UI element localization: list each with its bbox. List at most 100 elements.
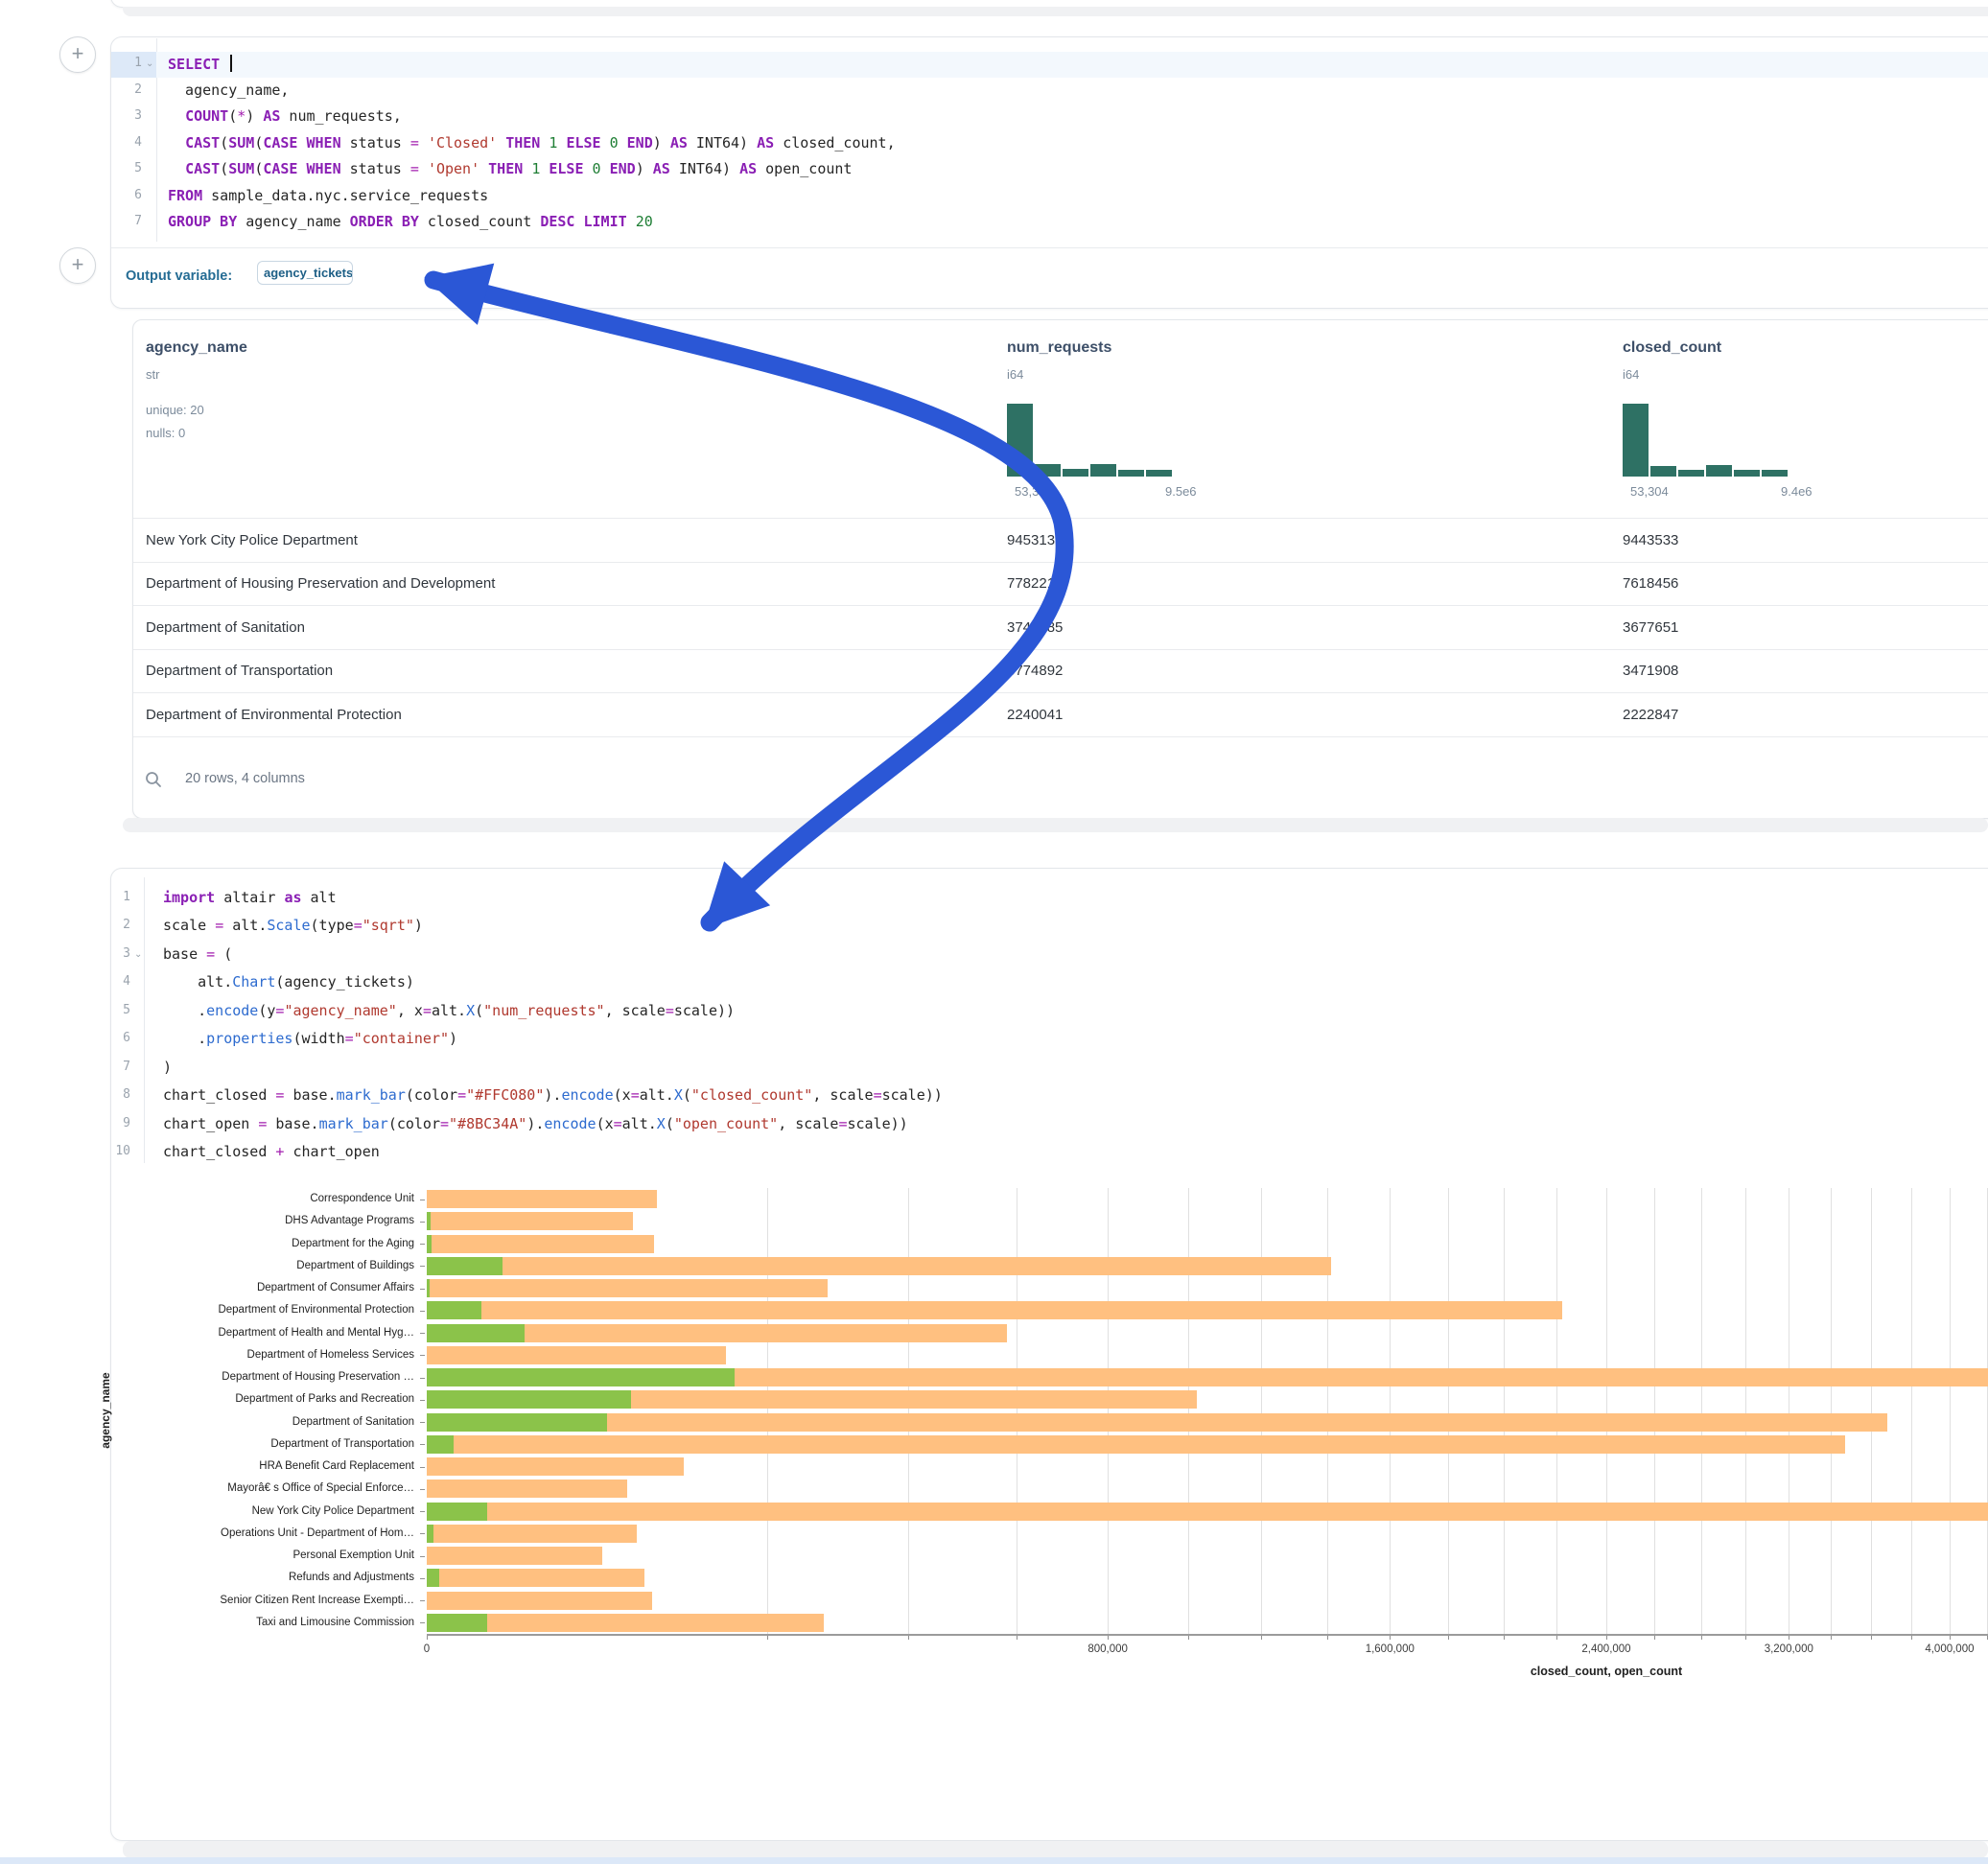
code-line[interactable]: CAST(SUM(CASE WHEN status = 'Open' THEN … <box>168 160 852 177</box>
row-divider <box>133 736 1988 737</box>
line-number: 7 <box>98 1060 130 1074</box>
table-cell[interactable]: 3774892 <box>1007 663 1063 679</box>
table-cell[interactable]: 7782211 <box>1007 575 1062 592</box>
bar-open-count[interactable] <box>427 1390 631 1409</box>
bar-open-count[interactable] <box>427 1235 432 1253</box>
output-variable-pill[interactable]: agency_tickets <box>257 261 353 285</box>
bar-closed-count[interactable] <box>427 1569 644 1587</box>
histogram-max-label: 9.5e6 <box>1165 484 1197 499</box>
cell-gap-band-top <box>123 7 1988 16</box>
python-gutter-divider <box>144 877 145 1163</box>
code-line[interactable]: .encode(y="agency_name", x=alt.X("num_re… <box>163 1002 735 1019</box>
fold-chevron-icon[interactable]: ⌄ <box>134 949 142 960</box>
fold-chevron-icon[interactable]: ⌄ <box>146 58 153 69</box>
line-number: 7 <box>109 214 142 228</box>
gridline <box>1390 1188 1391 1634</box>
bar-closed-count[interactable] <box>427 1547 602 1565</box>
bar-closed-count[interactable] <box>427 1235 654 1253</box>
line-number: 2 <box>109 82 142 97</box>
column-header-num_requests[interactable]: num_requests <box>1007 339 1111 357</box>
x-tick-label: 0 <box>424 1643 430 1655</box>
code-line[interactable]: CAST(SUM(CASE WHEN status = 'Closed' THE… <box>168 134 896 151</box>
code-line[interactable]: import altair as alt <box>163 889 337 906</box>
line-number: 1 <box>98 890 130 904</box>
bar-closed-count[interactable] <box>427 1301 1562 1319</box>
bar-closed-count[interactable] <box>427 1457 684 1476</box>
bar-open-count[interactable] <box>427 1301 481 1319</box>
code-line[interactable]: FROM sample_data.nyc.service_requests <box>168 187 488 204</box>
bar-closed-count[interactable] <box>427 1257 1331 1275</box>
bar-closed-count[interactable] <box>427 1435 1845 1454</box>
histogram-max-label: 9.4e6 <box>1781 484 1813 499</box>
bar-closed-count[interactable] <box>427 1346 726 1364</box>
code-line[interactable]: .properties(width="container") <box>163 1030 457 1047</box>
bar-closed-count[interactable] <box>427 1525 637 1543</box>
bar-closed-count[interactable] <box>427 1480 627 1498</box>
bar-closed-count[interactable] <box>427 1212 633 1230</box>
table-cell[interactable]: Department of Sanitation <box>146 619 305 636</box>
line-number: 8 <box>98 1087 130 1102</box>
code-line[interactable]: chart_open = base.mark_bar(color="#8BC34… <box>163 1115 908 1132</box>
code-line[interactable]: chart_closed + chart_open <box>163 1143 380 1160</box>
bar-open-count[interactable] <box>427 1525 433 1543</box>
add-cell-button-top[interactable]: + <box>59 36 96 73</box>
code-line[interactable]: agency_name, <box>168 82 289 99</box>
bar-open-count[interactable] <box>427 1503 487 1521</box>
bar-open-count[interactable] <box>427 1614 487 1632</box>
notebook-page: + + Output variable: agency_tickets 20 r… <box>0 0 1988 1864</box>
gridline <box>1261 1188 1262 1634</box>
code-line[interactable]: GROUP BY agency_name ORDER BY closed_cou… <box>168 213 653 230</box>
table-cell[interactable]: 2222847 <box>1623 707 1678 723</box>
bar-open-count[interactable] <box>427 1413 607 1432</box>
column-type: str <box>146 367 159 382</box>
table-cell[interactable]: 3677651 <box>1623 619 1678 636</box>
bar-open-count[interactable] <box>427 1324 525 1342</box>
y-tick <box>420 1533 425 1534</box>
y-category-label: Department of Health and Mental Hyg… <box>96 1322 414 1344</box>
search-icon[interactable] <box>144 770 163 789</box>
code-line[interactable]: chart_closed = base.mark_bar(color="#FFC… <box>163 1086 943 1104</box>
table-cell[interactable]: 7618456 <box>1623 575 1678 592</box>
column-header-agency_name[interactable]: agency_name <box>146 339 247 357</box>
bar-open-count[interactable] <box>427 1368 735 1386</box>
bar-closed-count[interactable] <box>427 1279 828 1297</box>
bar-closed-count[interactable] <box>427 1503 1988 1521</box>
table-cell[interactable]: 3471908 <box>1623 663 1678 679</box>
gridline <box>1950 1188 1951 1634</box>
gridline <box>1327 1188 1328 1634</box>
bar-open-count[interactable] <box>427 1257 503 1275</box>
line-number: 3 <box>109 108 142 123</box>
table-cell[interactable]: 9443533 <box>1623 532 1678 548</box>
column-header-closed_count[interactable]: closed_count <box>1623 339 1721 357</box>
code-line[interactable]: base = ( <box>163 945 232 963</box>
line-number: 6 <box>98 1031 130 1045</box>
column-type: i64 <box>1007 367 1023 382</box>
code-line[interactable]: alt.Chart(agency_tickets) <box>163 973 414 990</box>
table-cell[interactable]: 9453131 <box>1007 532 1063 548</box>
bar-open-count[interactable] <box>427 1212 431 1230</box>
gridline <box>1188 1188 1189 1634</box>
code-line[interactable]: SELECT <box>168 55 232 73</box>
table-cell[interactable]: Department of Transportation <box>146 663 333 679</box>
bar-open-count[interactable] <box>427 1569 439 1587</box>
table-cell[interactable]: Department of Housing Preservation and D… <box>146 575 495 592</box>
code-line[interactable]: ) <box>163 1059 172 1076</box>
add-cell-button-middle[interactable]: + <box>59 247 96 284</box>
bar-open-count[interactable] <box>427 1435 454 1454</box>
table-cell[interactable]: Department of Environmental Protection <box>146 707 402 723</box>
column-stat: unique: 20 <box>146 403 204 417</box>
table-cell[interactable]: 3749485 <box>1007 619 1063 636</box>
bar-closed-count[interactable] <box>427 1190 657 1208</box>
bar-open-count[interactable] <box>427 1279 430 1297</box>
table-cell[interactable]: New York City Police Department <box>146 532 358 548</box>
y-category-label: Operations Unit - Department of Hom… <box>96 1523 414 1545</box>
code-line[interactable]: COUNT(*) AS num_requests, <box>168 107 402 125</box>
y-category-label: Mayorâ€ s Office of Special Enforce… <box>96 1478 414 1500</box>
bar-closed-count[interactable] <box>427 1592 652 1610</box>
gridline <box>1504 1188 1505 1634</box>
table-cell[interactable]: 2240041 <box>1007 707 1063 723</box>
code-line[interactable]: scale = alt.Scale(type="sqrt") <box>163 917 423 934</box>
bar-closed-count[interactable] <box>427 1413 1887 1432</box>
y-category-label: Department of Parks and Recreation <box>96 1388 414 1410</box>
row-divider <box>133 562 1988 563</box>
